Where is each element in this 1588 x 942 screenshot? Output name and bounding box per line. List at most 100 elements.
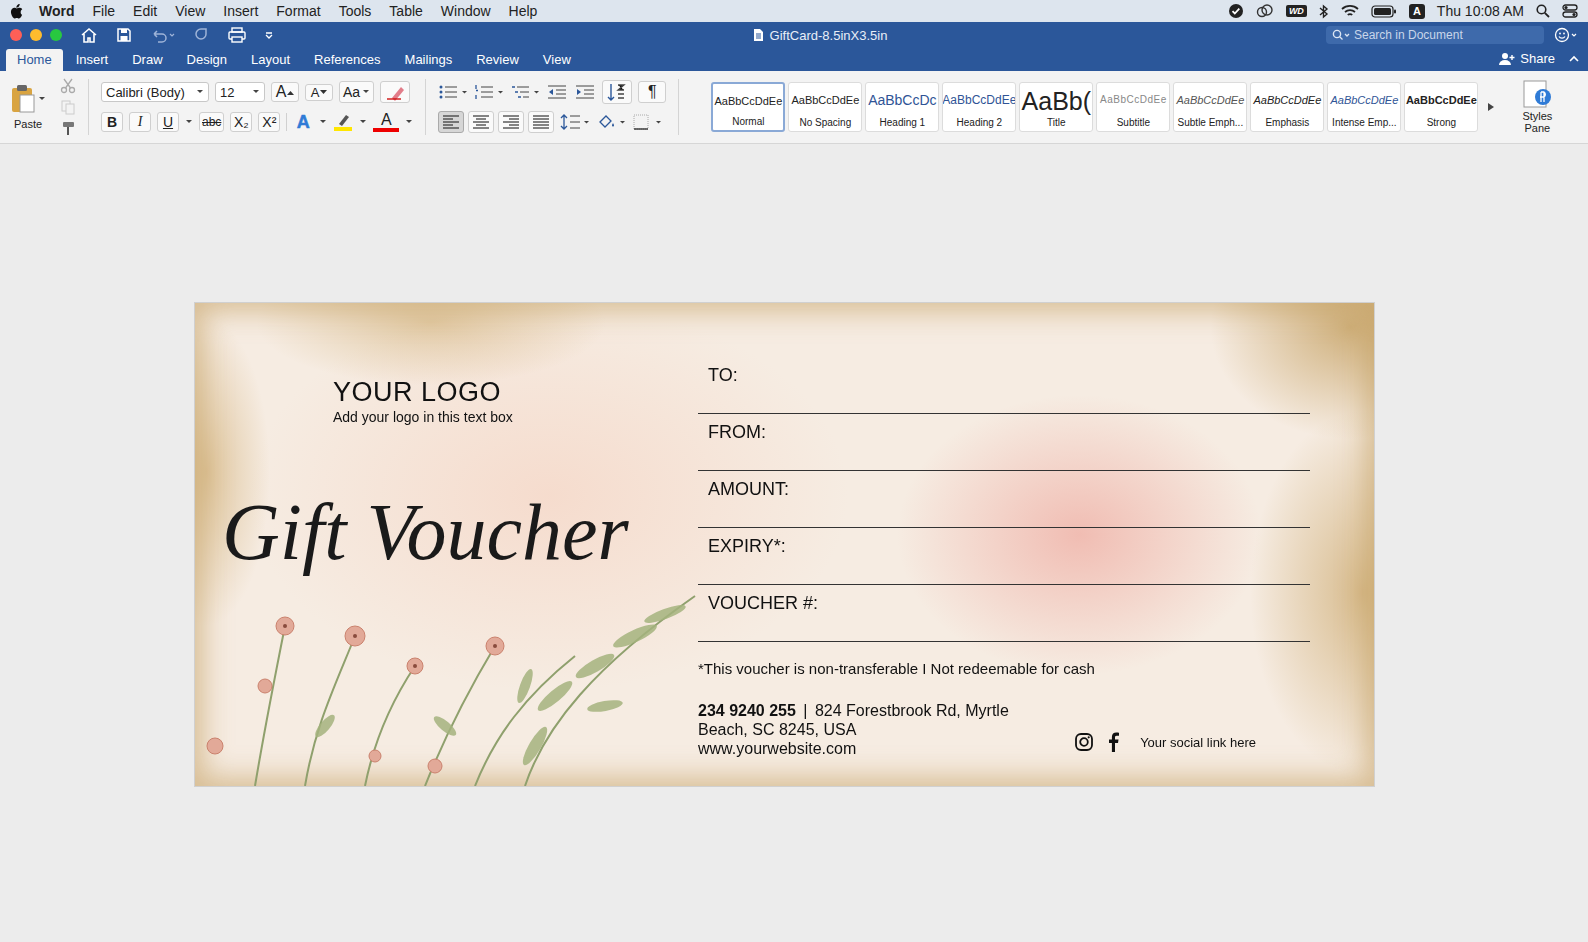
style-item[interactable]: AaBb( Title <box>1019 82 1093 132</box>
app-menu[interactable]: Word <box>39 3 75 19</box>
menu-item[interactable]: File <box>93 3 116 19</box>
sort-icon[interactable] <box>602 80 632 104</box>
format-button[interactable]: X₂ <box>230 112 252 132</box>
style-item[interactable]: AaBbCcDdEe Subtle Emph... <box>1173 82 1247 132</box>
feedback-icon[interactable] <box>1554 27 1578 43</box>
multilevel-icon[interactable] <box>510 83 540 101</box>
menu-item[interactable]: View <box>175 3 205 19</box>
font-color-button[interactable]: A <box>373 112 399 132</box>
instagram-icon[interactable] <box>1074 732 1094 752</box>
voucher-field[interactable]: FROM: <box>698 414 1310 471</box>
ribbon-tab[interactable]: Insert <box>65 49 120 71</box>
ribbon-tab[interactable]: Mailings <box>394 49 464 71</box>
logo-textbox[interactable]: YOUR LOGO Add your logo in this text box <box>333 377 698 425</box>
more-styles-icon[interactable] <box>1487 102 1495 112</box>
battery-icon[interactable] <box>1371 5 1397 18</box>
copy-icon[interactable] <box>60 99 76 115</box>
decrease-indent-icon[interactable] <box>546 83 568 101</box>
text-effects-button[interactable]: A <box>293 112 313 133</box>
wd-badge[interactable]: WD <box>1286 5 1307 17</box>
facebook-icon[interactable] <box>1106 732 1120 752</box>
format-button[interactable]: X² <box>258 112 280 132</box>
undo-icon[interactable] <box>150 27 176 43</box>
minimize-button[interactable] <box>30 29 42 41</box>
menu-item[interactable]: Window <box>441 3 491 19</box>
home-icon[interactable] <box>80 27 98 43</box>
dropdown-icon[interactable] <box>359 119 367 125</box>
print-icon[interactable] <box>228 27 246 43</box>
redo-icon[interactable] <box>194 27 210 43</box>
increase-indent-icon[interactable] <box>574 83 596 101</box>
menu-item[interactable]: Help <box>509 3 538 19</box>
search-field[interactable]: Search in Document <box>1326 26 1544 44</box>
style-item[interactable]: AaBbCcDdEe Strong <box>1404 82 1478 132</box>
shrink-font-button[interactable]: A <box>305 84 333 101</box>
customize-icon[interactable] <box>264 30 274 40</box>
ribbon-tab[interactable]: Home <box>6 49 63 71</box>
show-formatting-button[interactable]: ¶ <box>638 81 666 103</box>
format-button[interactable]: U <box>157 112 179 132</box>
input-source[interactable]: A <box>1409 4 1425 19</box>
menu-item[interactable]: Insert <box>223 3 258 19</box>
clock[interactable]: Thu 10:08 AM <box>1437 3 1524 19</box>
align-button[interactable] <box>498 111 524 133</box>
style-item[interactable]: AaBbCcDdEe Intense Emp... <box>1327 82 1401 132</box>
ribbon-tab[interactable]: Review <box>465 49 530 71</box>
format-button[interactable]: B <box>101 112 123 132</box>
dropdown-icon[interactable] <box>319 119 327 125</box>
wifi-icon[interactable] <box>1341 4 1359 18</box>
format-painter-icon[interactable] <box>60 120 76 136</box>
bullets-icon[interactable] <box>438 83 468 101</box>
menu-item[interactable]: Tools <box>339 3 372 19</box>
voucher-field[interactable]: EXPIRY*: <box>698 528 1310 585</box>
grow-font-button[interactable]: A <box>271 82 299 102</box>
style-item[interactable]: AaBbCcDc Heading 1 <box>865 82 939 132</box>
style-item[interactable]: AaBbCcDdEe Heading 2 <box>942 82 1016 132</box>
ribbon-tab[interactable]: Layout <box>240 49 301 71</box>
line-spacing-icon[interactable] <box>560 113 590 131</box>
check-icon[interactable] <box>1228 3 1244 19</box>
paste-button[interactable]: Paste <box>8 84 48 130</box>
voucher-field[interactable]: AMOUNT: <box>698 471 1310 528</box>
style-item[interactable]: AaBbCcDdEe No Spacing <box>788 82 862 132</box>
menu-item[interactable]: Table <box>389 3 422 19</box>
align-button[interactable] <box>528 111 554 133</box>
search-icon[interactable] <box>1536 4 1550 18</box>
control-center-icon[interactable] <box>1562 4 1578 18</box>
font-size-select[interactable]: 12 <box>215 82 265 102</box>
ribbon-tab[interactable]: View <box>532 49 582 71</box>
cut-icon[interactable] <box>60 78 76 94</box>
shading-icon[interactable] <box>596 113 626 131</box>
styles-pane-button[interactable]: Styles Pane <box>1515 80 1559 134</box>
website[interactable]: www.yourwebsite.com <box>698 739 1009 758</box>
bluetooth-icon[interactable] <box>1319 4 1329 19</box>
menu-item[interactable]: Format <box>276 3 320 19</box>
highlight-button[interactable] <box>333 112 353 132</box>
dropdown-icon[interactable] <box>38 96 46 102</box>
change-case-button[interactable]: Aa <box>339 81 374 103</box>
clear-formatting-icon[interactable] <box>380 81 410 103</box>
save-icon[interactable] <box>116 27 132 43</box>
collapse-icon[interactable] <box>1568 55 1580 63</box>
menu-item[interactable]: Edit <box>133 3 157 19</box>
voucher-field[interactable]: VOUCHER #: <box>698 585 1310 642</box>
style-item[interactable]: AaBbCcDdEe Emphasis <box>1250 82 1324 132</box>
ribbon-tab[interactable]: References <box>303 49 391 71</box>
cloud-icon[interactable] <box>1256 4 1274 18</box>
align-button[interactable] <box>438 111 464 133</box>
format-button[interactable]: abc <box>199 112 224 132</box>
font-name-select[interactable]: Calibri (Body) <box>101 82 209 102</box>
share-button[interactable]: Share <box>1499 51 1580 71</box>
style-item[interactable]: AaBbCcDdEe Subtitle <box>1096 82 1170 132</box>
zoom-button[interactable] <box>50 29 62 41</box>
borders-icon[interactable] <box>632 113 662 131</box>
format-button[interactable]: I <box>129 112 151 132</box>
apple-icon[interactable] <box>10 4 23 19</box>
numbering-icon[interactable] <box>474 83 504 101</box>
dropdown-icon[interactable] <box>405 119 413 125</box>
close-button[interactable] <box>10 29 22 41</box>
ribbon-tab[interactable]: Design <box>176 49 238 71</box>
style-item[interactable]: AaBbCcDdEe Normal <box>711 82 785 132</box>
dropdown-icon[interactable] <box>185 119 193 125</box>
ribbon-tab[interactable]: Draw <box>121 49 173 71</box>
